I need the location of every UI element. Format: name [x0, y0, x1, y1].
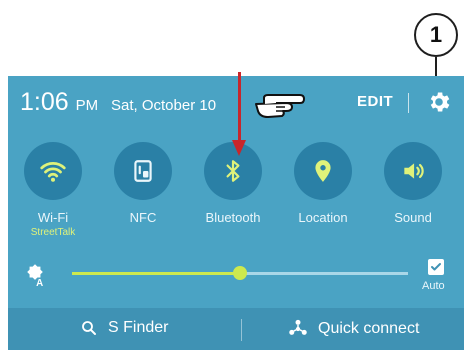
notification-panel: 1:06 PM Sat, October 10 EDIT Wi-Fi Stree… — [8, 76, 464, 350]
pointing-hand-icon — [255, 94, 305, 118]
sound-icon — [404, 163, 424, 179]
bottom-action-bar: S Finder Quick connect — [8, 308, 464, 350]
auto-brightness-checkbox[interactable] — [428, 259, 444, 275]
gear-icon[interactable] — [426, 89, 452, 115]
toggle-wifi-circle[interactable] — [24, 142, 82, 200]
search-icon — [82, 321, 96, 335]
location-icon — [315, 160, 331, 182]
brightness-slider-fill — [72, 272, 240, 275]
toggle-wifi[interactable]: Wi-Fi StreetTalk — [8, 142, 98, 238]
toggle-wifi-network: StreetTalk — [30, 227, 76, 238]
toggle-sound-label: Sound — [394, 210, 432, 225]
quick-connect-button[interactable]: Quick connect — [288, 319, 419, 339]
toggle-sound[interactable]: Sound — [368, 142, 458, 225]
status-row: 1:06 PM Sat, October 10 EDIT — [8, 76, 464, 132]
toggle-location-label: Location — [298, 210, 348, 225]
toggle-nfc-circle[interactable] — [114, 142, 172, 200]
bottom-divider — [241, 319, 242, 341]
wifi-icon — [40, 161, 66, 182]
clock: 1:06 PM — [20, 88, 98, 117]
toggle-sound-circle[interactable] — [384, 142, 442, 200]
toggle-location[interactable]: Location — [278, 142, 368, 225]
auto-brightness-icon[interactable]: A — [22, 261, 48, 287]
toggle-wifi-label: Wi-Fi — [37, 210, 69, 225]
date-label: Sat, October 10 — [111, 97, 217, 114]
svg-text:A: A — [36, 278, 43, 287]
callout-number-badge: 1 — [414, 13, 458, 57]
toggle-location-circle[interactable] — [294, 142, 352, 200]
annotation-arrow-head — [232, 140, 246, 156]
nfc-icon — [134, 160, 152, 182]
brightness-slider-thumb[interactable] — [233, 266, 247, 280]
s-finder-label: S Finder — [108, 319, 169, 336]
quick-connect-icon — [289, 319, 307, 335]
clock-time: 1:06 — [20, 88, 69, 116]
annotation-arrow-shaft — [238, 72, 241, 144]
quick-settings-toggles: Wi-Fi StreetTalk NFC Bluetooth Location … — [8, 142, 464, 242]
clock-ampm: PM — [75, 97, 99, 114]
toggle-nfc-label: NFC — [129, 210, 157, 225]
edit-button[interactable]: EDIT — [357, 93, 393, 110]
s-finder-button[interactable]: S Finder — [80, 319, 168, 337]
quick-connect-label: Quick connect — [318, 320, 420, 337]
header-divider — [408, 93, 409, 113]
checkmark-icon — [431, 263, 441, 271]
toggle-nfc[interactable]: NFC — [98, 142, 188, 225]
bluetooth-icon — [226, 160, 240, 182]
auto-brightness-label: Auto — [422, 280, 445, 292]
toggle-bluetooth-label: Bluetooth — [205, 210, 261, 225]
